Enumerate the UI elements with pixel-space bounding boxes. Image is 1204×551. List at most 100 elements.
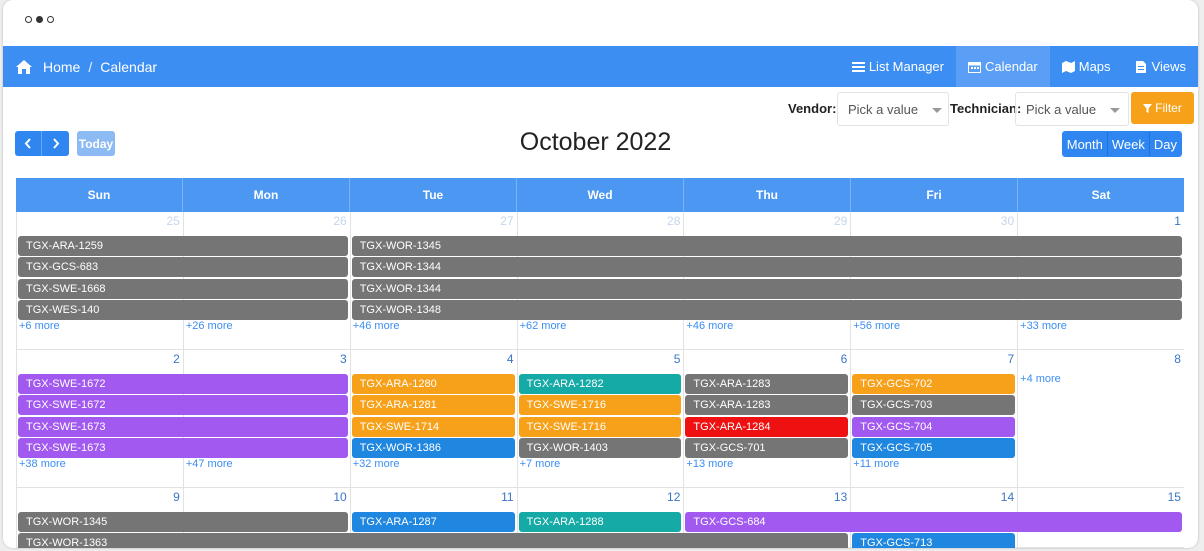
calendar-event[interactable]: TGX-WOR-1363 [18, 533, 849, 548]
more-link[interactable]: +46 more [353, 320, 400, 332]
calendar-event[interactable]: TGX-WOR-1344 [351, 257, 1182, 278]
calendar-event[interactable]: TGX-WOR-1403 [518, 437, 682, 458]
day-number[interactable]: 4 [507, 352, 514, 366]
day-number[interactable]: 11 [501, 490, 513, 504]
day-number[interactable]: 26 [333, 214, 346, 228]
day-number[interactable]: 28 [667, 214, 680, 228]
calendar-event[interactable]: TGX-SWE-1672 [18, 395, 348, 416]
list-icon [851, 61, 865, 72]
breadcrumb-current: Calendar [100, 58, 158, 75]
more-link[interactable]: +11 more [853, 458, 899, 470]
calendar-event[interactable]: TGX-ARA-1287 [351, 512, 515, 532]
day-number[interactable]: 6 [841, 352, 848, 366]
more-link[interactable]: +13 more [686, 458, 733, 470]
more-link[interactable]: +46 more [686, 320, 733, 332]
calendar-event[interactable]: TGX-WOR-1345 [351, 236, 1182, 256]
more-link[interactable]: +32 more [353, 458, 400, 470]
calendar-event[interactable]: TGX-WOR-1345 [18, 512, 348, 532]
calendar-event[interactable]: TGX-GCS-701 [685, 437, 849, 458]
calendar-event[interactable]: TGX-ARA-1284 [685, 416, 849, 437]
nav-list-manager[interactable]: List Manager [840, 46, 956, 87]
weekday-sat: Sat [1091, 188, 1111, 202]
calendar-event[interactable]: TGX-SWE-1668 [18, 278, 348, 299]
more-link[interactable]: +56 more [853, 320, 900, 332]
nav-calendar[interactable]: Calendar [955, 46, 1050, 87]
more-link[interactable]: +62 more [520, 320, 567, 332]
more-link[interactable]: +33 more [1020, 320, 1067, 332]
breadcrumb: Home / Calendar [15, 46, 157, 87]
calendar-event[interactable]: TGX-GCS-704 [852, 416, 1016, 437]
calendar-event[interactable]: TGX-WES-140 [18, 299, 348, 320]
nav-views[interactable]: Views [1123, 46, 1198, 87]
breadcrumb-home[interactable]: Home [43, 59, 80, 75]
nav-links: List Manager Calendar Maps Views [840, 46, 1198, 87]
technician-select[interactable]: Pick a value [1015, 92, 1129, 126]
home-icon[interactable] [15, 59, 33, 75]
day-number[interactable]: 9 [173, 490, 180, 504]
view-week-button[interactable]: Week [1106, 132, 1149, 156]
vendor-select[interactable]: Pick a value [837, 92, 949, 126]
calendar-event[interactable]: TGX-ARA-1259 [18, 236, 348, 256]
more-link[interactable]: +4 more [1020, 373, 1061, 385]
weekday-mon: Mon [183, 178, 350, 212]
map-icon [1061, 60, 1075, 73]
day-number[interactable]: 30 [1001, 214, 1014, 228]
calendar-title: October 2022 [519, 128, 672, 156]
more-link[interactable]: +7 more [520, 458, 561, 470]
calendar-event[interactable]: TGX-SWE-1714 [351, 416, 515, 437]
calendar-event[interactable]: TGX-GCS-713 [852, 533, 1016, 548]
window-dot[interactable] [47, 16, 54, 23]
title-bar [3, 0, 1198, 46]
day-number[interactable]: 10 [333, 490, 346, 504]
calendar-event[interactable]: TGX-GCS-683 [18, 257, 348, 278]
day-number[interactable]: 2 [173, 352, 180, 366]
view-month-button[interactable]: Month [1062, 132, 1107, 156]
day-number[interactable]: 7 [1007, 352, 1014, 366]
window-controls [25, 16, 54, 23]
more-link[interactable]: +6 more [19, 320, 60, 332]
calendar-event[interactable]: TGX-SWE-1673 [18, 437, 348, 458]
calendar-event[interactable]: TGX-ARA-1283 [685, 395, 849, 416]
calendar-event[interactable]: TGX-GCS-703 [852, 395, 1016, 416]
more-link[interactable]: +26 more [186, 320, 233, 332]
calendar-event[interactable]: TGX-WOR-1344 [351, 278, 1182, 299]
calendar-event[interactable]: TGX-SWE-1716 [518, 395, 682, 416]
more-link[interactable]: +38 more [19, 458, 66, 470]
calendar-event[interactable]: TGX-SWE-1716 [518, 416, 682, 437]
top-navbar: Home / Calendar List Manager Calendar Ma… [3, 46, 1198, 87]
nav-list-manager-label: List Manager [868, 59, 944, 74]
vendor-label: Vendor: [788, 101, 837, 116]
day-number[interactable]: 14 [1001, 490, 1014, 504]
day-number[interactable]: 29 [834, 214, 847, 228]
nav-maps[interactable]: Maps [1050, 46, 1123, 87]
day-number[interactable]: 25 [166, 214, 179, 228]
day-number[interactable]: 12 [667, 490, 680, 504]
calendar-event[interactable]: TGX-ARA-1288 [518, 512, 682, 532]
calendar-event[interactable]: TGX-SWE-1672 [18, 374, 348, 394]
day-number[interactable]: 3 [340, 352, 347, 366]
calendar-event[interactable]: TGX-ARA-1281 [351, 395, 515, 416]
calendar-event[interactable]: TGX-GCS-684 [685, 512, 1182, 532]
view-day-button[interactable]: Day [1148, 132, 1181, 156]
calendar-event[interactable]: TGX-WOR-1348 [351, 299, 1182, 320]
calendar-event[interactable]: TGX-ARA-1283 [685, 374, 849, 394]
calendar-event[interactable]: TGX-GCS-705 [852, 437, 1016, 458]
calendar-event[interactable]: TGX-ARA-1282 [518, 374, 682, 394]
day-number[interactable]: 15 [1168, 490, 1181, 504]
calendar-event[interactable]: TGX-ARA-1280 [351, 374, 515, 394]
day-number[interactable]: 5 [674, 352, 681, 366]
calendar-event[interactable]: TGX-GCS-702 [852, 374, 1016, 394]
day-number[interactable]: 1 [1174, 214, 1181, 228]
nav-calendar-label: Calendar [984, 59, 1038, 74]
day-number[interactable]: 13 [834, 490, 847, 504]
filter-button[interactable]: Filter [1131, 92, 1194, 124]
weekday-thu: Thu [684, 178, 851, 212]
window-dot[interactable] [36, 16, 43, 23]
calendar-event[interactable]: TGX-SWE-1673 [18, 416, 348, 437]
day-number[interactable]: 27 [500, 214, 513, 228]
window-dot[interactable] [25, 16, 32, 23]
day-cell[interactable]: 8 [1017, 350, 1184, 487]
day-number[interactable]: 8 [1174, 352, 1181, 366]
calendar-event[interactable]: TGX-WOR-1386 [351, 437, 515, 458]
more-link[interactable]: +47 more [186, 458, 233, 470]
